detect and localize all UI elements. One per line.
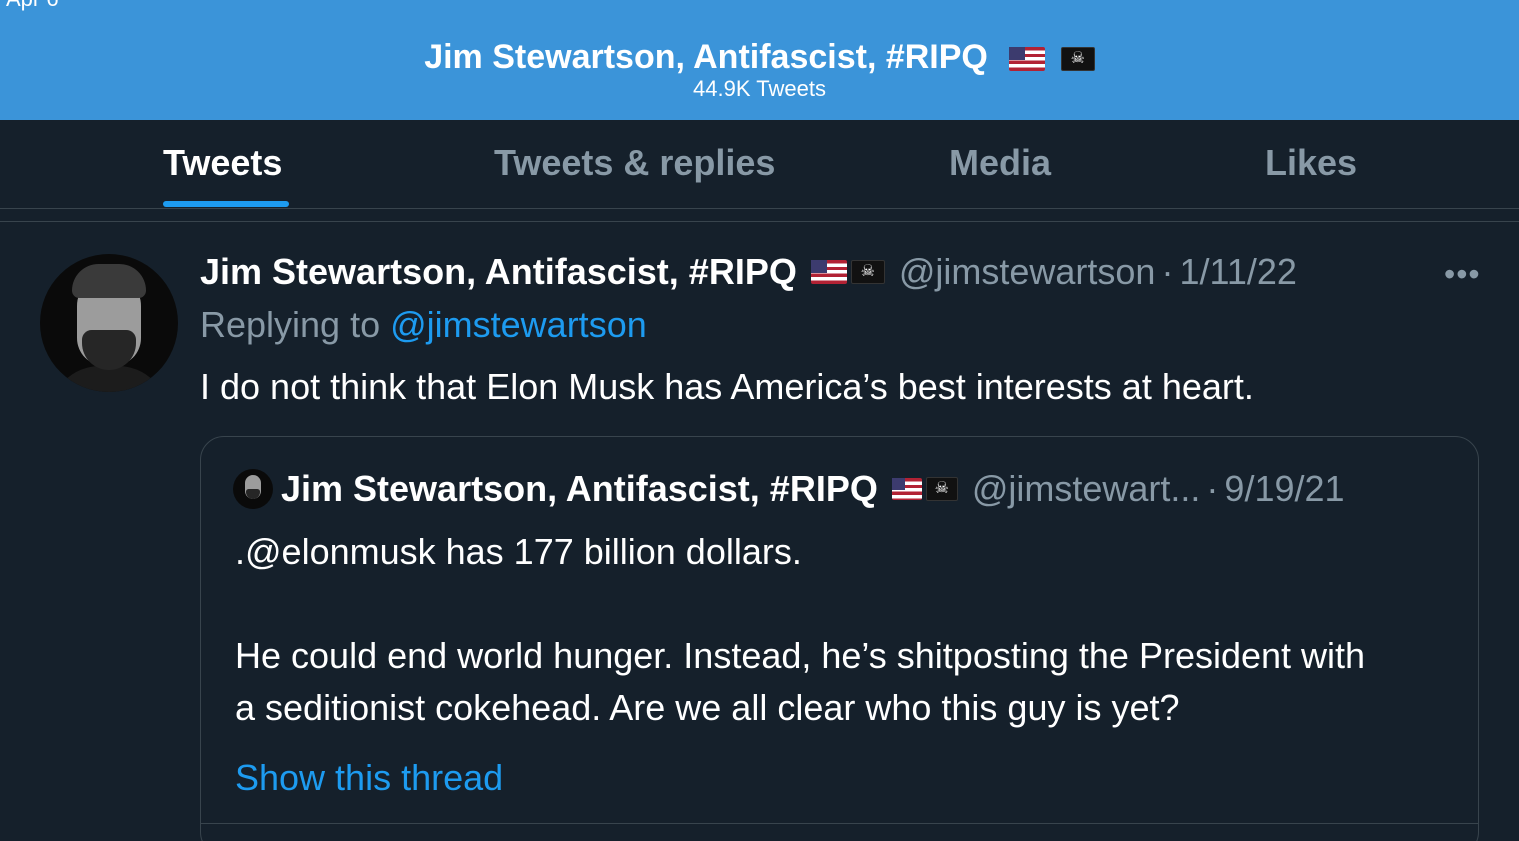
replying-to: Replying to @jimstewartson bbox=[200, 304, 647, 346]
tab-likes[interactable]: Likes bbox=[1265, 142, 1357, 184]
flag-pirate-icon bbox=[925, 477, 958, 501]
separator-dot: · bbox=[1161, 251, 1174, 292]
divider bbox=[0, 221, 1519, 222]
separator-dot: · bbox=[1206, 468, 1219, 509]
quoted-handle: @jimstewart... bbox=[971, 468, 1201, 509]
tab-tweets[interactable]: Tweets bbox=[163, 142, 282, 184]
flag-us-icon bbox=[1009, 47, 1046, 72]
flag-pirate-icon bbox=[1060, 47, 1095, 72]
tweet-handle[interactable]: @jimstewartson bbox=[899, 251, 1156, 293]
tweet-header: Jim Stewartson, Antifascist, #RIPQ @jims… bbox=[200, 250, 1297, 294]
profile-title: Jim Stewartson, Antifascist, #RIPQ bbox=[0, 38, 1519, 77]
show-thread-link[interactable]: Show this thread bbox=[235, 757, 503, 799]
replying-prefix: Replying to bbox=[200, 304, 381, 345]
profile-header: Apr 6 ••• Jim Stewartson, Antifascist, #… bbox=[0, 0, 1519, 120]
status-time: Apr 6 bbox=[6, 0, 59, 12]
active-tab-indicator bbox=[163, 201, 289, 207]
quoted-author-name: Jim Stewartson, Antifascist, #RIPQ bbox=[281, 468, 878, 509]
quoted-text-line-3: a seditionist cokehead. Are we all clear… bbox=[235, 687, 1180, 728]
more-icon[interactable]: ••• bbox=[1444, 256, 1481, 293]
tab-tweets-and-replies[interactable]: Tweets & replies bbox=[494, 142, 775, 184]
profile-tabs: Tweets Tweets & replies Media Likes bbox=[0, 120, 1519, 209]
quoted-avatar bbox=[233, 469, 273, 509]
quoted-text-line-2: He could end world hunger. Instead, he’s… bbox=[235, 635, 1366, 676]
tweet-author-name[interactable]: Jim Stewartson, Antifascist, #RIPQ bbox=[200, 251, 797, 293]
tweet-date[interactable]: 1/11/22 bbox=[1179, 251, 1296, 293]
profile-name: Jim Stewartson, Antifascist, #RIPQ bbox=[424, 38, 988, 76]
replying-handle-link[interactable]: @jimstewartson bbox=[390, 304, 647, 345]
flag-us-icon bbox=[891, 478, 922, 500]
avatar[interactable] bbox=[40, 254, 178, 392]
status-dots-icon: ••• bbox=[1150, 0, 1181, 10]
flag-us-icon bbox=[810, 260, 847, 284]
tab-media[interactable]: Media bbox=[949, 142, 1051, 184]
tweet-text: I do not think that Elon Musk has Americ… bbox=[200, 366, 1254, 407]
quoted-date: 9/19/21 bbox=[1224, 468, 1345, 509]
quoted-text-line-1: .@elonmusk has 177 billion dollars. bbox=[235, 531, 802, 572]
divider bbox=[201, 823, 1478, 824]
quoted-tweet-header: Jim Stewartson, Antifascist, #RIPQ @jims… bbox=[233, 467, 1345, 511]
tweet-count: 44.9K Tweets bbox=[693, 76, 826, 101]
flag-pirate-icon bbox=[850, 260, 885, 284]
quoted-tweet-card[interactable]: Jim Stewartson, Antifascist, #RIPQ @jims… bbox=[200, 436, 1479, 841]
